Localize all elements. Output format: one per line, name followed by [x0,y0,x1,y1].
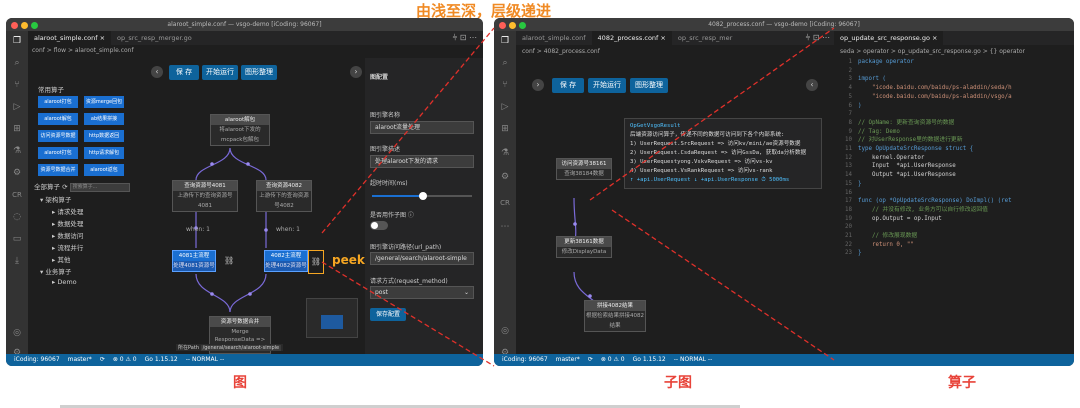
caption-subgraph: 子图 [664,375,692,391]
composite-figure: 由浅至深，层级递进 alaroot_simple.conf — vsgo-dem… [0,0,1080,408]
caption-graph: 图 [233,375,247,391]
zoom-connectors [321,27,835,367]
caption-operator: 算子 [948,375,976,391]
clipped-footer-text [60,402,760,408]
